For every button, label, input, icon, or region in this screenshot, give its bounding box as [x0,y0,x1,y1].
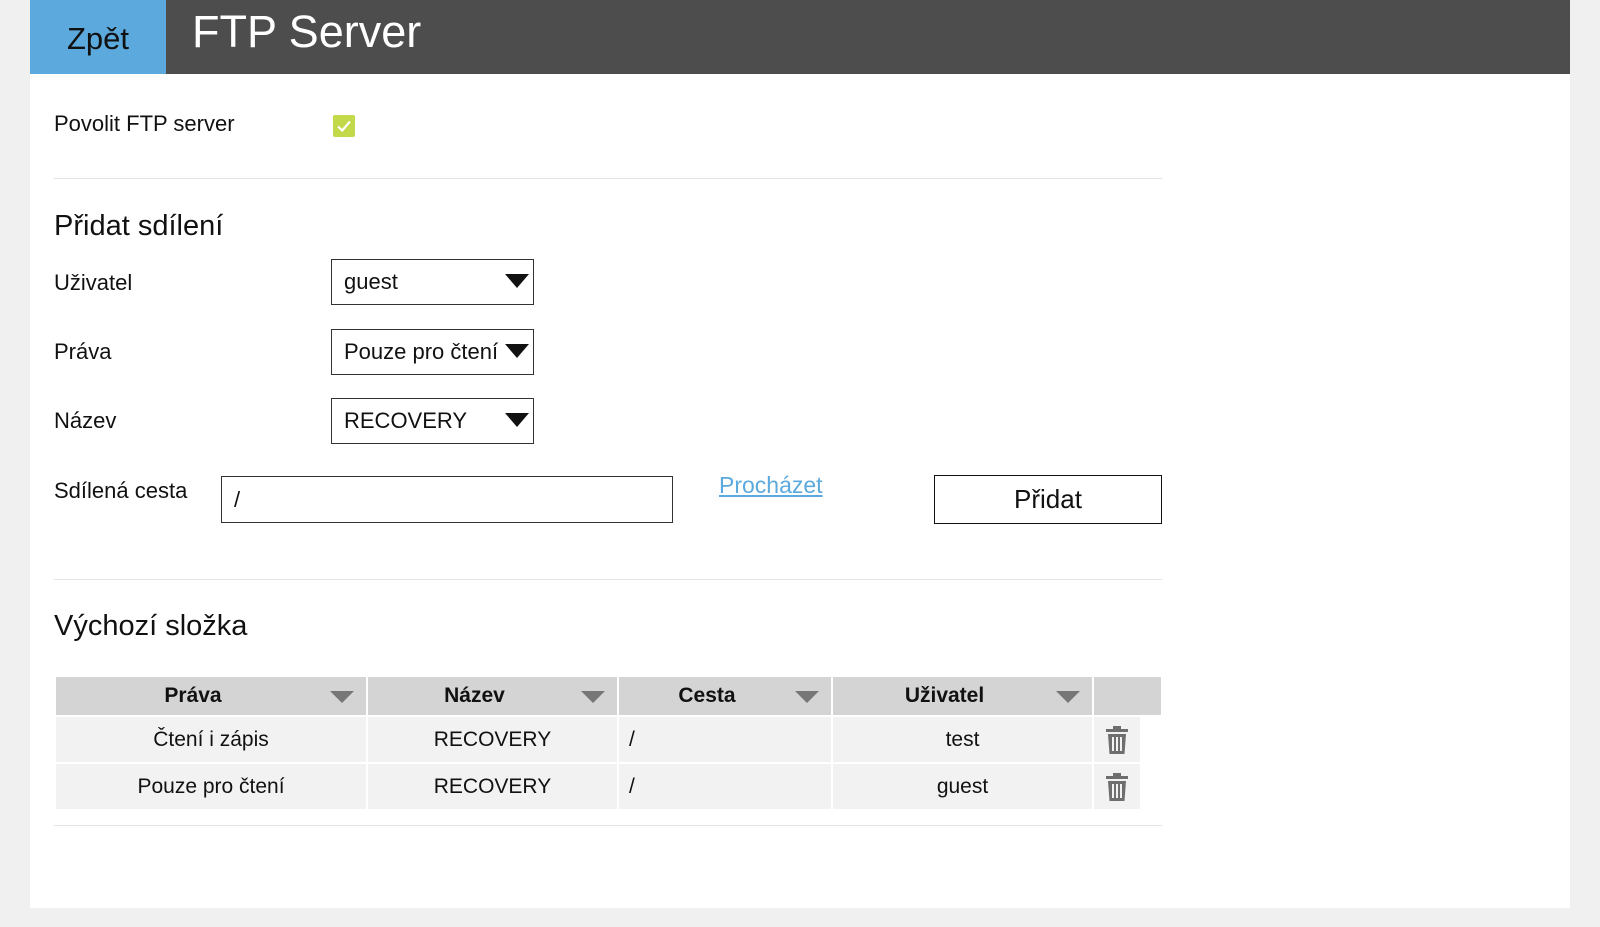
name-select[interactable]: RECOVERY [331,398,534,444]
divider [54,579,1162,580]
user-select-value: guest [344,269,398,294]
shared-path-label: Sdílená cesta [54,478,188,503]
chevron-down-icon [1056,691,1080,703]
name-label: Název [54,408,117,433]
shared-path-input[interactable] [221,476,673,523]
ftp-server-window: Zpět FTP Server Povolit FTP server Přida… [30,0,1570,908]
content-area: Povolit FTP server Přidat sdílení Uživat… [30,74,1570,908]
trash-icon [1106,725,1128,754]
chevron-down-icon [505,274,529,288]
column-header-rights[interactable]: Práva [56,677,366,715]
enable-ftp-checkbox[interactable] [333,115,355,137]
column-header-path[interactable]: Cesta [619,677,831,715]
enable-ftp-label: Povolit FTP server [54,111,235,136]
cell-rights: Čtení i zápis [56,717,366,762]
column-header-actions [1094,677,1161,715]
add-share-button[interactable]: Přidat [934,475,1162,524]
cell-name: RECOVERY [368,764,617,809]
trash-icon [1106,772,1128,801]
chevron-down-icon [581,691,605,703]
default-folder-title: Výchozí složka [54,610,248,642]
chevron-down-icon [330,691,354,703]
divider [54,178,1162,179]
back-button[interactable]: Zpět [30,0,166,74]
name-select-value: RECOVERY [344,408,468,433]
cell-user: guest [833,764,1092,809]
delete-row-button[interactable] [1094,717,1140,762]
table-header: Práva Název Cesta Uživatel [56,677,1161,715]
chevron-down-icon [505,413,529,427]
cell-name: RECOVERY [368,717,617,762]
chevron-down-icon [505,344,529,358]
user-select[interactable]: guest [331,259,534,305]
divider [54,825,1162,826]
chevron-down-icon [795,691,819,703]
delete-row-button[interactable] [1094,764,1140,809]
add-share-title: Přidat sdílení [54,210,224,242]
cell-path: / [619,764,831,809]
cell-rights: Pouze pro čtení [56,764,366,809]
rights-select-value: Pouze pro čtení [344,339,499,364]
rights-select[interactable]: Pouze pro čtení [331,329,534,375]
browse-link[interactable]: Procházet [719,472,823,499]
column-header-user[interactable]: Uživatel [833,677,1092,715]
rights-label: Práva [54,339,112,364]
check-icon [337,120,351,133]
cell-user: test [833,717,1092,762]
cell-path: / [619,717,831,762]
user-label: Uživatel [54,270,133,295]
column-header-name[interactable]: Název [368,677,617,715]
header-bar: Zpět FTP Server [30,0,1570,74]
page-title: FTP Server [192,6,422,57]
